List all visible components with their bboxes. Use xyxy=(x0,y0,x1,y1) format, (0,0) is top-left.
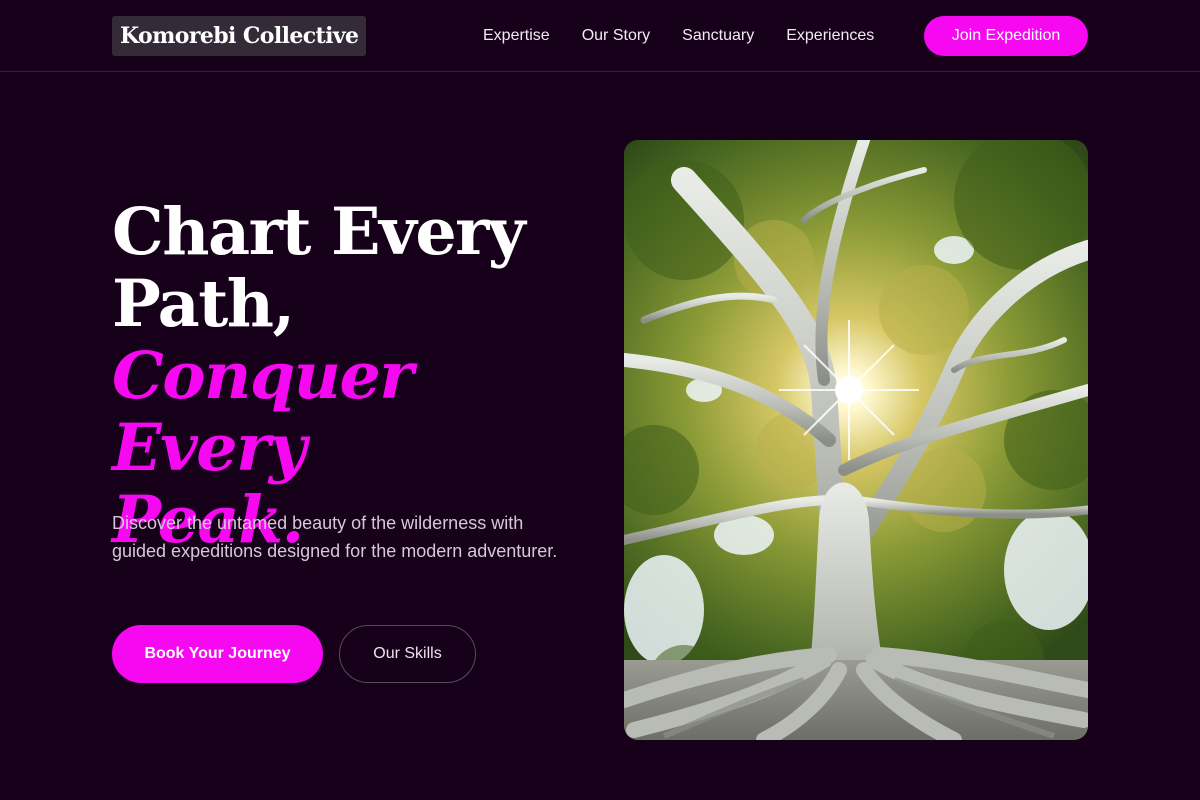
nav-link-expertise[interactable]: Expertise xyxy=(483,27,550,45)
headline-line-1: Chart Every xyxy=(112,194,526,270)
nav-link-sanctuary[interactable]: Sanctuary xyxy=(682,27,754,45)
hero-description: Discover the untamed beauty of the wilde… xyxy=(112,513,558,561)
hero-headline: Chart Every Path, Conquer Every Peak. xyxy=(112,196,602,556)
nav-links: Expertise Our Story Sanctuary Experience… xyxy=(483,25,906,47)
hero-tree-image xyxy=(624,140,1088,740)
landing-page: Komorebi Collective Expertise Our Story … xyxy=(0,0,1200,800)
brand-logo[interactable]: Komorebi Collective xyxy=(112,16,367,56)
nav-link-our-story[interactable]: Our Story xyxy=(582,27,650,45)
join-expedition-button[interactable]: Join Expedition xyxy=(924,16,1088,56)
book-your-journey-button[interactable]: Book Your Journey xyxy=(112,625,323,683)
headline-line-2: Path, xyxy=(112,266,295,342)
top-navigation: Komorebi Collective Expertise Our Story … xyxy=(0,0,1200,72)
our-skills-button[interactable]: Our Skills xyxy=(339,625,476,683)
nav-link-experiences[interactable]: Experiences xyxy=(786,27,874,45)
headline-accent-line-1: Conquer Every xyxy=(112,338,414,486)
